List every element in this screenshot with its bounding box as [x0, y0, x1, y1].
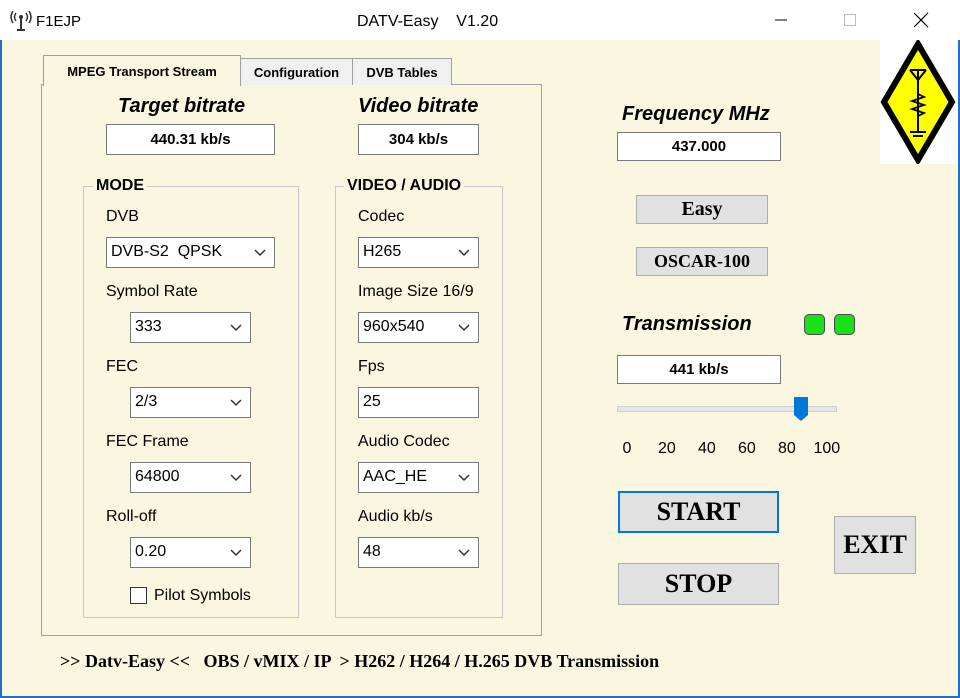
target-bitrate-value: 440.31 kb/s	[106, 124, 275, 155]
frequency-label: Frequency MHz	[622, 103, 770, 125]
chevron-down-icon	[230, 549, 242, 557]
slider-tick-label: 0	[622, 440, 632, 457]
pilot-symbols-label[interactable]: Pilot Symbols	[154, 587, 251, 605]
start-button[interactable]: START	[618, 491, 779, 533]
fps-label: Fps	[358, 358, 385, 375]
pilot-symbols-checkbox[interactable]	[130, 587, 147, 604]
close-icon	[913, 12, 929, 28]
chevron-down-icon	[230, 324, 242, 332]
tab-mpeg-transport-stream[interactable]: MPEG Transport Stream	[43, 55, 241, 86]
slider-tick-label: 100	[813, 440, 841, 457]
fec-value: 2/3	[135, 393, 158, 410]
audio-kbs-select[interactable]: 48	[358, 537, 479, 568]
minimize-button[interactable]	[758, 0, 804, 40]
fps-input[interactable]: 25	[358, 387, 479, 418]
antenna-icon	[10, 10, 32, 31]
slider-tick-label: 80	[778, 440, 796, 457]
chevron-down-icon	[458, 474, 470, 482]
target-bitrate-label: Target bitrate	[118, 95, 246, 117]
image-size-select[interactable]: 960x540	[358, 312, 479, 343]
symbol-rate-label: Symbol Rate	[106, 283, 198, 300]
slider-tick-label: 40	[698, 440, 716, 457]
dvb-select[interactable]: DVB-S2 QPSK	[106, 237, 275, 268]
audio-codec-label: Audio Codec	[358, 433, 450, 450]
slider-thumb[interactable]	[793, 396, 809, 422]
minimize-icon	[775, 19, 787, 21]
easy-button[interactable]: Easy	[636, 195, 768, 224]
slider-tick-label: 60	[738, 440, 756, 457]
frequency-input[interactable]: 437.000	[617, 132, 781, 161]
audio-kbs-value: 48	[363, 543, 381, 560]
codec-select[interactable]: H265	[358, 237, 479, 268]
fec-label: FEC	[106, 358, 138, 375]
chevron-down-icon	[230, 474, 242, 482]
dvb-label: DVB	[106, 208, 139, 225]
transmission-value: 441 kb/s	[617, 355, 781, 384]
maximize-icon	[844, 14, 856, 26]
close-button[interactable]	[898, 0, 944, 40]
video-bitrate-value: 304 kb/s	[358, 124, 479, 155]
chevron-down-icon	[254, 249, 266, 257]
status-led	[834, 314, 855, 335]
chevron-down-icon	[458, 324, 470, 332]
window-border-left	[0, 40, 2, 698]
rolloff-label: Roll-off	[106, 508, 157, 525]
oscar-100-button[interactable]: OSCAR-100	[636, 247, 768, 276]
rolloff-value: 0.20	[135, 543, 167, 560]
codec-value: H265	[363, 243, 402, 260]
chevron-down-icon	[230, 399, 242, 407]
audio-codec-value: AAC_HE	[363, 468, 428, 485]
mode-group-title: MODE	[93, 177, 147, 195]
fec-select[interactable]: 2/3	[130, 387, 251, 418]
video-bitrate-label: Video bitrate	[358, 95, 479, 117]
image-size-value: 960x540	[363, 318, 425, 335]
footer-text: >> Datv-Easy << OBS / vMIX / IP > H262 /…	[60, 651, 660, 671]
symbol-rate-value: 333	[135, 318, 162, 335]
transmission-label: Transmission	[622, 313, 752, 335]
exit-button[interactable]: EXIT	[834, 516, 916, 574]
symbol-rate-select[interactable]: 333	[130, 312, 251, 343]
fec-frame-label: FEC Frame	[106, 433, 189, 450]
audio-codec-select[interactable]: AAC_HE	[358, 462, 479, 493]
tab-configuration[interactable]: Configuration	[240, 58, 353, 85]
audio-kbs-label: Audio kb/s	[358, 508, 433, 525]
stop-button[interactable]: STOP	[618, 563, 779, 605]
dvb-select-value: DVB-S2 QPSK	[111, 243, 223, 260]
status-led	[804, 314, 825, 335]
chevron-down-icon	[458, 549, 470, 557]
slider-tick-label: 20	[658, 440, 676, 457]
video-audio-group-title: VIDEO / AUDIO	[344, 177, 465, 195]
window-title: DATV-Easy V1.20	[357, 13, 499, 30]
chevron-down-icon	[458, 249, 470, 257]
rolloff-select[interactable]: 0.20	[130, 537, 251, 568]
app-name: F1EJP	[36, 13, 82, 30]
bitrate-slider[interactable]	[617, 396, 837, 426]
fps-value: 25	[363, 393, 381, 410]
tab-dvb-tables[interactable]: DVB Tables	[352, 58, 452, 85]
maximize-button[interactable]	[827, 0, 873, 40]
logo	[880, 38, 958, 166]
fec-frame-value: 64800	[135, 468, 180, 485]
codec-label: Codec	[358, 208, 405, 225]
fec-frame-select[interactable]: 64800	[130, 462, 251, 493]
image-size-label: Image Size 16/9	[358, 283, 474, 300]
